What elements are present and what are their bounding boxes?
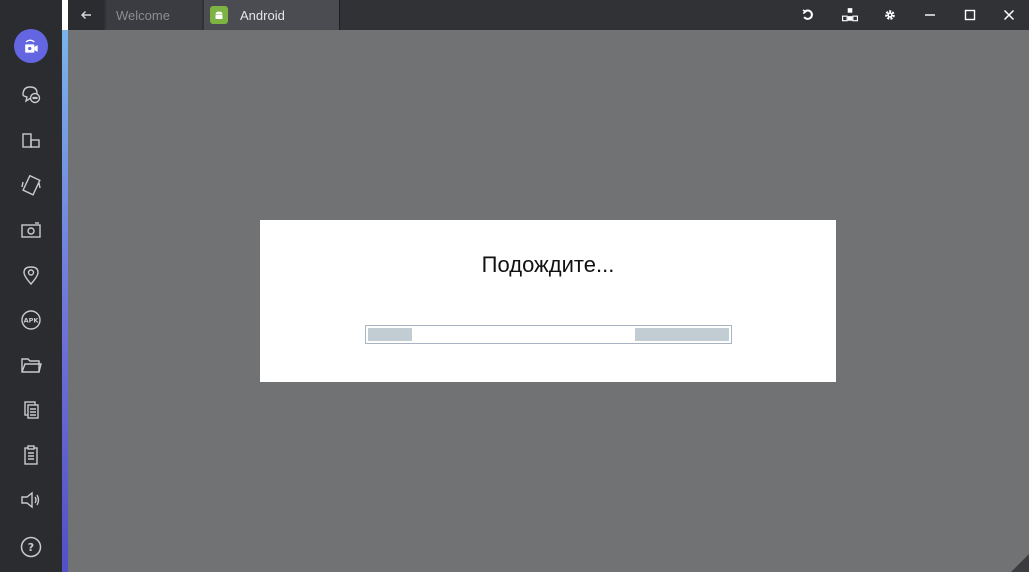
paste-button[interactable] <box>13 437 49 473</box>
minimize-button[interactable] <box>919 4 941 26</box>
refresh-icon <box>802 9 813 20</box>
record-button[interactable] <box>13 28 49 64</box>
location-button[interactable] <box>13 257 49 293</box>
back-arrow-icon <box>81 11 91 19</box>
help-button[interactable]: ? <box>13 529 49 565</box>
location-icon <box>23 266 39 286</box>
loading-message: Подождите... <box>481 252 615 277</box>
tab-welcome[interactable]: Welcome <box>106 0 202 30</box>
camera-button[interactable] <box>13 212 49 248</box>
tab-android-label: Android <box>240 7 285 23</box>
android-icon <box>210 6 228 24</box>
record-icon <box>25 39 38 53</box>
volume-button[interactable] <box>13 482 49 518</box>
settings-button[interactable] <box>879 4 901 26</box>
chat-button[interactable] <box>13 76 49 112</box>
multi-instance-button[interactable] <box>839 4 861 26</box>
close-button[interactable] <box>998 4 1020 26</box>
help-icon: ? <box>20 536 42 558</box>
svg-text:APK: APK <box>24 317 40 325</box>
tab-android[interactable]: Android <box>204 0 340 30</box>
resize-grip[interactable] <box>1011 554 1029 572</box>
back-button[interactable] <box>68 0 104 30</box>
multi-instance-icon <box>842 8 858 22</box>
volume-icon <box>21 491 40 509</box>
maximize-button[interactable] <box>959 4 981 26</box>
gear-icon <box>885 10 895 20</box>
loading-progress-bar <box>365 325 732 344</box>
copy-icon <box>24 401 39 419</box>
paste-icon <box>24 445 38 465</box>
copy-button[interactable] <box>13 392 49 428</box>
progress-segment <box>635 328 729 341</box>
minimize-icon <box>925 14 935 16</box>
progress-segment <box>368 328 412 341</box>
folder-icon <box>21 358 42 373</box>
shake-button[interactable] <box>13 167 49 203</box>
left-sidebar: APK ? <box>0 0 62 572</box>
svg-text:?: ? <box>28 541 34 554</box>
tab-welcome-label: Welcome <box>116 7 170 23</box>
apk-button[interactable]: APK <box>13 302 49 338</box>
rotate-button[interactable] <box>13 122 49 158</box>
maximize-icon <box>964 9 976 21</box>
apk-icon: APK <box>21 310 41 330</box>
close-icon <box>1003 9 1015 21</box>
folder-button[interactable] <box>13 347 49 383</box>
camera-icon <box>21 222 41 238</box>
title-bar: Welcome Android <box>68 0 1029 30</box>
rotate-icon <box>22 133 40 148</box>
refresh-button[interactable] <box>797 4 819 26</box>
loading-dialog: Подождите... <box>260 220 836 382</box>
chat-icon <box>22 86 41 104</box>
shake-icon <box>21 174 41 196</box>
